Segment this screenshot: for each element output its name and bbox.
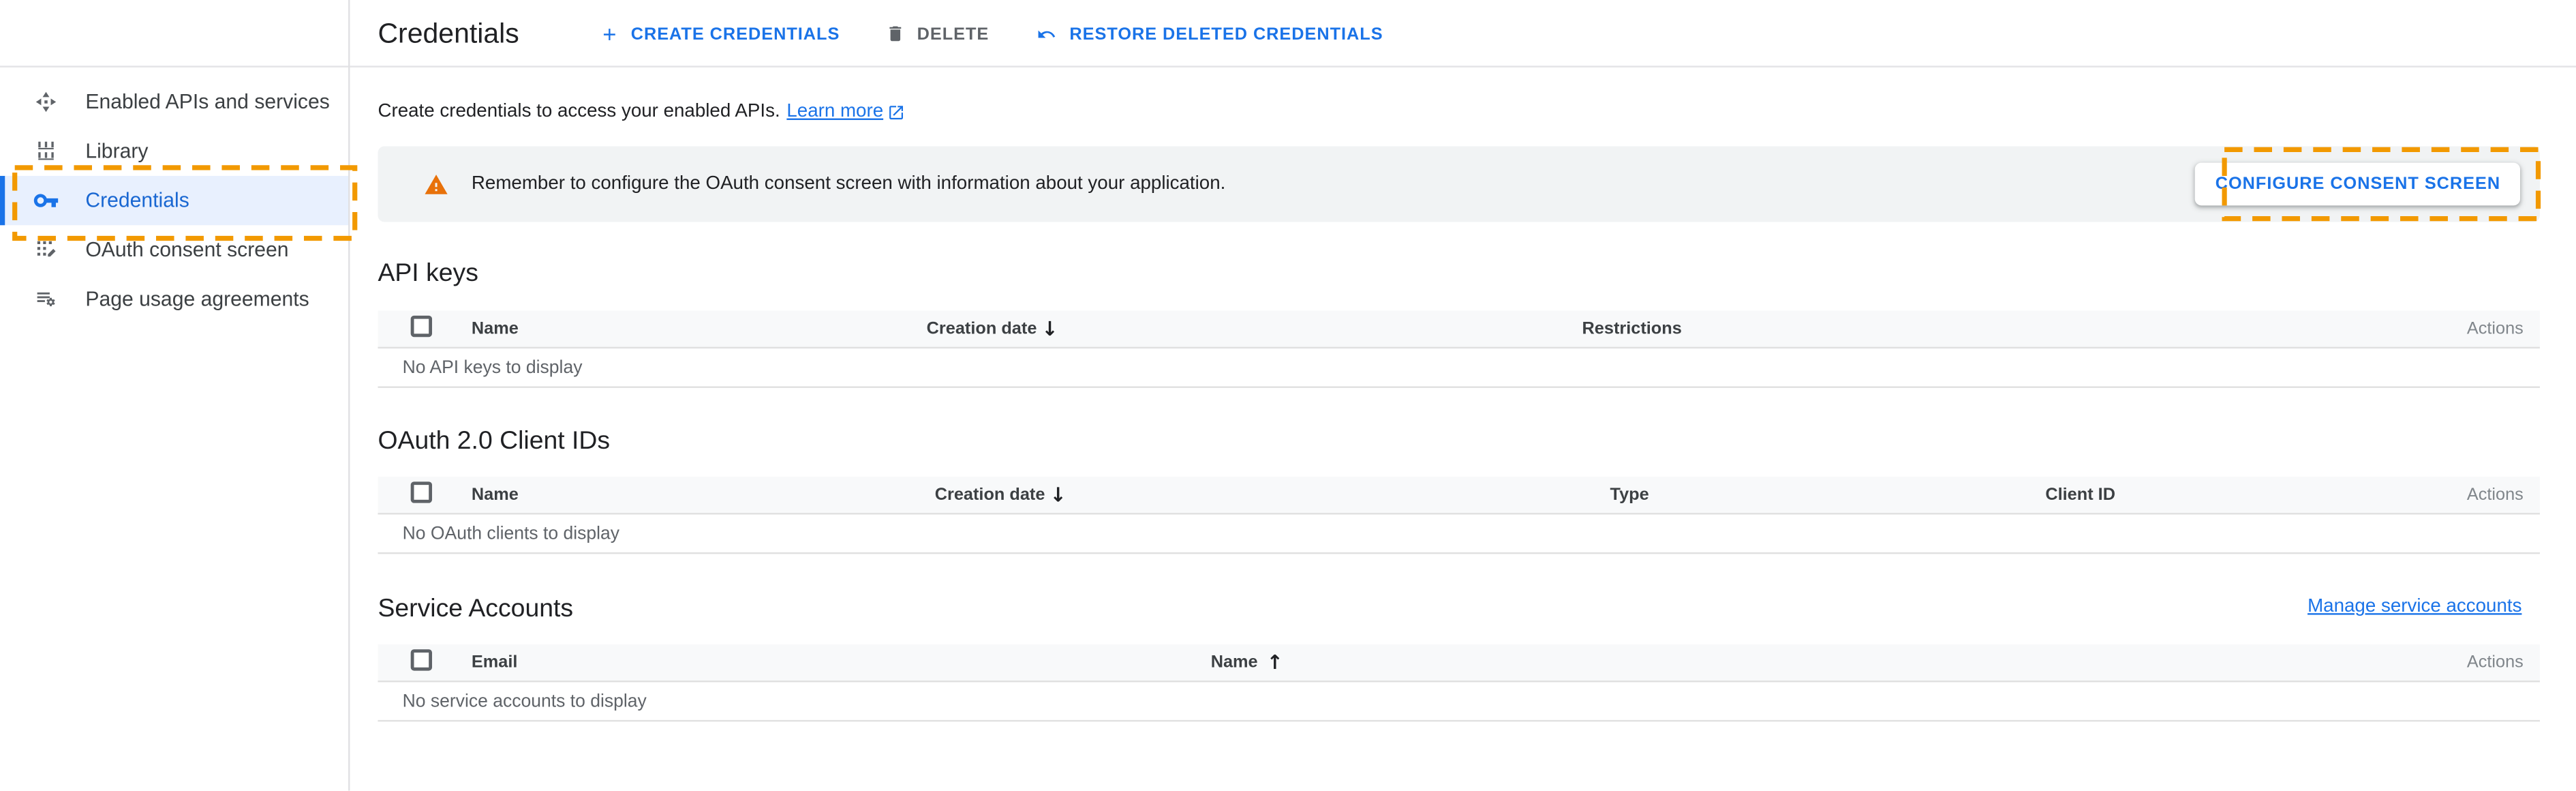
api-keys-table-header: Name Creation date ↓ Restrictions Action… — [378, 311, 2539, 348]
sidebar-item-label: Page usage agreements — [85, 288, 309, 311]
sidebar-item-oauth-consent-screen[interactable]: OAuth consent screen — [0, 225, 348, 274]
sort-desc-icon[interactable]: ↓ — [1041, 311, 1058, 348]
oauth-clients-empty-state: No OAuth clients to display — [378, 516, 2539, 554]
api-keys-section-title: API keys — [378, 260, 478, 289]
sidebar-item-label: Library — [85, 140, 148, 163]
create-credentials-button[interactable]: CREATE CREDENTIALS — [600, 24, 840, 44]
column-header-restrictions: Restrictions — [1582, 311, 1682, 348]
manage-service-accounts-link[interactable]: Manage service accounts — [378, 597, 2521, 616]
external-link-icon — [887, 103, 905, 121]
create-credentials-label: CREATE CREDENTIALS — [631, 24, 840, 44]
oauth-consent-warning-banner: Remember to configure the OAuth consent … — [378, 147, 2539, 222]
select-all-checkbox[interactable] — [411, 649, 432, 670]
library-icon — [33, 140, 59, 163]
sidebar-item-page-usage-agreements[interactable]: Page usage agreements — [0, 275, 348, 324]
undo-icon — [1035, 24, 1058, 44]
column-header-name[interactable]: Name — [1211, 644, 1258, 682]
plus-icon — [600, 24, 619, 44]
oauth-clients-table-header: Name Creation date ↓ Type Client ID Acti… — [378, 477, 2539, 514]
sidebar-item-label: Credentials — [85, 189, 189, 212]
api-keys-empty-state: No API keys to display — [378, 350, 2539, 387]
sidebar-nav: Enabled APIs and services Library Creden… — [0, 68, 348, 791]
key-icon — [33, 188, 59, 214]
learn-more-link[interactable]: Learn more — [786, 102, 904, 121]
delete-button[interactable]: DELETE — [886, 23, 989, 44]
page-header: Credentials CREATE CREDENTIALS DELETE RE… — [350, 0, 2576, 68]
intro-line: Create credentials to access your enable… — [378, 102, 904, 121]
select-all-checkbox[interactable] — [411, 316, 432, 337]
banner-message: Remember to configure the OAuth consent … — [472, 147, 1225, 222]
column-header-name: Name — [472, 477, 519, 514]
apis-and-services-page: API APIs and services Credentials CREATE… — [0, 0, 2576, 791]
enabled-apis-icon — [33, 91, 59, 114]
column-header-type: Type — [1610, 477, 1649, 514]
sort-desc-icon[interactable]: ↓ — [1049, 477, 1066, 514]
consent-screen-icon — [33, 239, 59, 262]
agreements-icon — [33, 288, 59, 311]
column-header-name: Name — [472, 311, 519, 348]
restore-deleted-credentials-button[interactable]: RESTORE DELETED CREDENTIALS — [1035, 24, 1383, 44]
column-header-actions: Actions — [2467, 311, 2524, 348]
configure-consent-screen-button[interactable]: CONFIGURE CONSENT SCREEN — [2196, 163, 2520, 206]
sidebar-divider — [348, 0, 350, 791]
restore-label: RESTORE DELETED CREDENTIALS — [1069, 24, 1383, 44]
column-header-email: Email — [472, 644, 518, 682]
sort-asc-icon[interactable]: ↑ — [1267, 644, 1283, 682]
delete-label: DELETE — [917, 24, 990, 44]
sidebar-item-library[interactable]: Library — [0, 127, 348, 176]
sidebar-item-enabled-apis[interactable]: Enabled APIs and services — [0, 77, 348, 126]
trash-icon — [886, 23, 906, 44]
column-header-actions: Actions — [2467, 644, 2524, 682]
page-title: Credentials — [378, 17, 519, 50]
sidebar-item-label: OAuth consent screen — [85, 239, 288, 262]
service-accounts-table-header: Email Name ↑ Actions — [378, 644, 2539, 682]
service-accounts-empty-state: No service accounts to display — [378, 684, 2539, 721]
selected-indicator-bar — [0, 176, 5, 225]
intro-text: Create credentials to access your enable… — [378, 102, 780, 121]
warning-icon — [423, 173, 450, 197]
select-all-checkbox[interactable] — [411, 481, 432, 503]
column-header-creation-date[interactable]: Creation date — [927, 311, 1037, 348]
column-header-creation-date[interactable]: Creation date — [935, 477, 1045, 514]
column-header-client-id: Client ID — [2045, 477, 2115, 514]
learn-more-label: Learn more — [786, 102, 883, 121]
oauth-clients-section-title: OAuth 2.0 Client IDs — [378, 428, 610, 457]
column-header-actions: Actions — [2467, 477, 2524, 514]
sidebar-item-credentials[interactable]: Credentials — [0, 176, 348, 225]
sidebar-item-label: Enabled APIs and services — [85, 91, 329, 114]
